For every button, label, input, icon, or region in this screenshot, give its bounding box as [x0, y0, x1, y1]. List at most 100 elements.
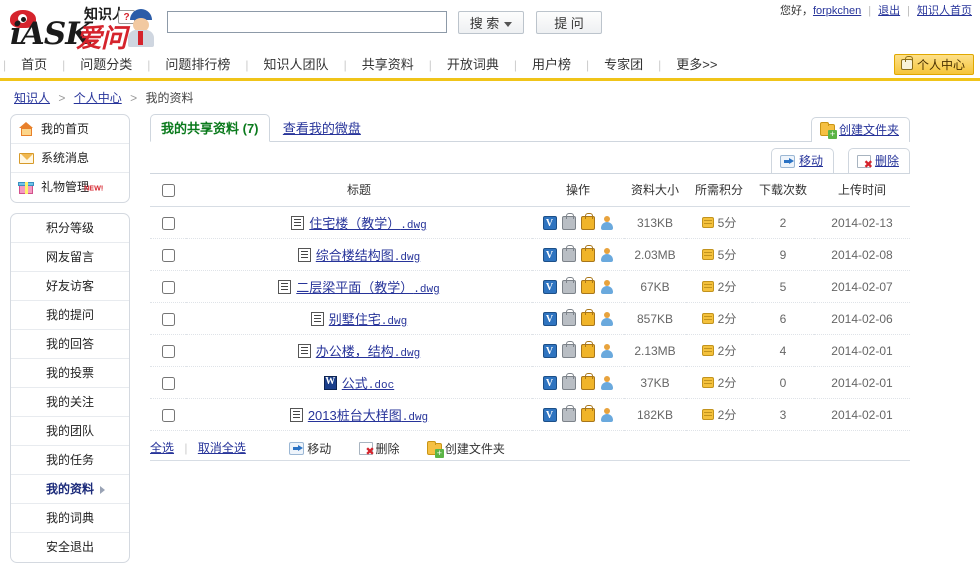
username-link[interactable]: forpkchen — [813, 5, 861, 17]
share-lock-icon[interactable] — [580, 245, 595, 262]
file-name-link[interactable]: 公式.doc — [342, 376, 394, 392]
nav-item-experts[interactable]: 专家团 — [590, 52, 657, 78]
home-icon — [19, 122, 34, 136]
share-lock-icon[interactable] — [580, 341, 595, 358]
sidebar-item-points-level[interactable]: 积分等级 — [11, 214, 129, 243]
unshare-lock-icon[interactable] — [561, 309, 576, 326]
unshare-lock-icon[interactable] — [561, 373, 576, 390]
unshare-lock-icon[interactable] — [561, 341, 576, 358]
row-checkbox[interactable] — [161, 344, 175, 358]
ask-button[interactable]: 提 问 — [536, 11, 602, 34]
unselect-all-link[interactable]: 取消全选 — [198, 441, 246, 455]
send-to-user-icon[interactable] — [600, 376, 614, 390]
share-lock-icon[interactable] — [580, 277, 595, 294]
sidebar-item-my-dictionary[interactable]: 我的词典 — [11, 504, 129, 533]
sidebar-item-safe-logout[interactable]: 安全退出 — [11, 533, 129, 562]
sidebar-item-guestbook[interactable]: 网友留言 — [11, 243, 129, 272]
search-input[interactable] — [167, 11, 447, 33]
view-icon[interactable]: V — [542, 408, 557, 422]
file-name-link[interactable]: 别墅住宅.dwg — [329, 312, 407, 328]
file-name-link[interactable]: 住宅楼（教学）.dwg — [309, 216, 426, 232]
sidebar-item-my-team[interactable]: 我的团队 — [11, 417, 129, 446]
file-name-link[interactable]: 综合楼结构图.dwg — [316, 248, 420, 264]
nav-item-categories[interactable]: 问题分类 — [66, 52, 146, 78]
row-checkbox[interactable] — [161, 408, 175, 422]
unshare-lock-icon[interactable] — [561, 405, 576, 422]
send-to-user-icon[interactable] — [600, 312, 614, 326]
sidebar-item-my-votes[interactable]: 我的投票 — [11, 359, 129, 388]
view-icon[interactable]: V — [542, 376, 557, 390]
send-to-user-icon[interactable] — [600, 280, 614, 294]
delete-button-bottom[interactable]: 删除 — [358, 440, 400, 458]
mail-icon — [19, 153, 34, 164]
file-name-link[interactable]: 2013桩台大样图.dwg — [308, 408, 428, 424]
view-icon[interactable]: V — [542, 312, 557, 326]
row-checkbox[interactable] — [161, 376, 175, 390]
row-checkbox[interactable] — [161, 248, 175, 262]
sidebar-item-gift-management[interactable]: 礼物管理 NEW! — [11, 173, 129, 202]
chevron-right-icon — [100, 486, 105, 494]
nav-item-ranking[interactable]: 问题排行榜 — [151, 52, 244, 78]
nav-item-user-rank[interactable]: 用户榜 — [518, 52, 585, 78]
share-lock-icon[interactable] — [580, 405, 595, 422]
nav-item-more[interactable]: 更多>> — [662, 52, 731, 78]
unshare-lock-icon[interactable] — [561, 277, 576, 294]
site-home-link[interactable]: 知识人首页 — [917, 5, 972, 17]
nav-item-shared-docs[interactable]: 共享资料 — [348, 52, 428, 78]
ask-button-label: 提 问 — [554, 16, 584, 31]
sidebar-item-my-tasks[interactable]: 我的任务 — [11, 446, 129, 475]
sidebar-item-my-questions[interactable]: 我的提问 — [11, 301, 129, 330]
move-button-top[interactable]: 移动 — [770, 148, 834, 173]
tab-label[interactable]: 查看我的微盘 — [283, 121, 361, 136]
delete-button-top[interactable]: 删除 — [847, 148, 910, 173]
row-checkbox[interactable] — [161, 216, 175, 230]
logout-link[interactable]: 退出 — [878, 5, 900, 17]
select-all-link[interactable]: 全选 — [150, 441, 174, 455]
breadcrumb-item-0[interactable]: 知识人 — [14, 91, 50, 105]
move-label[interactable]: 移动 — [799, 150, 823, 173]
view-icon[interactable]: V — [542, 344, 557, 358]
share-lock-icon[interactable] — [580, 309, 595, 326]
file-name-link[interactable]: 办公楼，结构.dwg — [316, 344, 420, 360]
create-folder-button-top[interactable]: 创建文件夹 — [810, 117, 910, 142]
unshare-lock-icon[interactable] — [561, 213, 576, 230]
create-folder-label[interactable]: 创建文件夹 — [839, 119, 899, 142]
view-icon[interactable]: V — [542, 216, 557, 230]
search-button[interactable]: 搜 索 — [458, 11, 524, 34]
share-lock-icon[interactable] — [580, 373, 595, 390]
create-folder-button-bottom[interactable]: 创建文件夹 — [426, 440, 505, 458]
move-button-bottom[interactable]: 移动 — [289, 440, 331, 457]
send-to-user-icon[interactable] — [600, 408, 614, 422]
nav-item-home[interactable]: 首页 — [7, 52, 61, 78]
sidebar-item-system-messages[interactable]: 系统消息 — [11, 144, 129, 173]
delete-label[interactable]: 删除 — [875, 150, 899, 173]
tab-my-shared-docs[interactable]: 我的共享资料 (7) — [150, 114, 270, 142]
sidebar-item-my-answers[interactable]: 我的回答 — [11, 330, 129, 359]
nav-item-dictionary[interactable]: 开放词典 — [433, 52, 513, 78]
view-icon[interactable]: V — [542, 280, 557, 294]
row-checkbox[interactable] — [161, 280, 175, 294]
share-lock-icon[interactable] — [580, 213, 595, 230]
row-checkbox[interactable] — [161, 312, 175, 326]
breadcrumb-item-1[interactable]: 个人中心 — [74, 91, 122, 105]
row-size: 37KB — [624, 366, 686, 399]
sidebar-item-my-follows[interactable]: 我的关注 — [11, 388, 129, 417]
file-name-link[interactable]: 二层梁平面（教学）.dwg — [296, 280, 440, 296]
file-extension: .dwg — [413, 284, 440, 296]
view-icon[interactable]: V — [542, 248, 557, 262]
sidebar-item-my-home[interactable]: 我的首页 — [11, 115, 129, 144]
send-to-user-icon[interactable] — [600, 344, 614, 358]
select-all-checkbox[interactable] — [161, 183, 175, 197]
sidebar-item-friends-visitors[interactable]: 好友访客 — [11, 272, 129, 301]
nav-item-teams[interactable]: 知识人团队 — [250, 52, 343, 78]
send-to-user-icon[interactable] — [600, 248, 614, 262]
row-select-cell — [150, 206, 186, 239]
personal-center-button[interactable]: 个人中心 — [893, 54, 974, 75]
tab-my-vdisk[interactable]: 查看我的微盘 — [273, 115, 371, 143]
coin-icon — [701, 313, 714, 324]
sidebar-item-my-documents[interactable]: 我的资料 — [11, 475, 129, 504]
delete-icon — [856, 154, 873, 171]
unshare-lock-icon[interactable] — [561, 245, 576, 262]
site-logo[interactable]: iASK 爱问 知识人 ? — [8, 4, 156, 53]
send-to-user-icon[interactable] — [600, 216, 614, 230]
